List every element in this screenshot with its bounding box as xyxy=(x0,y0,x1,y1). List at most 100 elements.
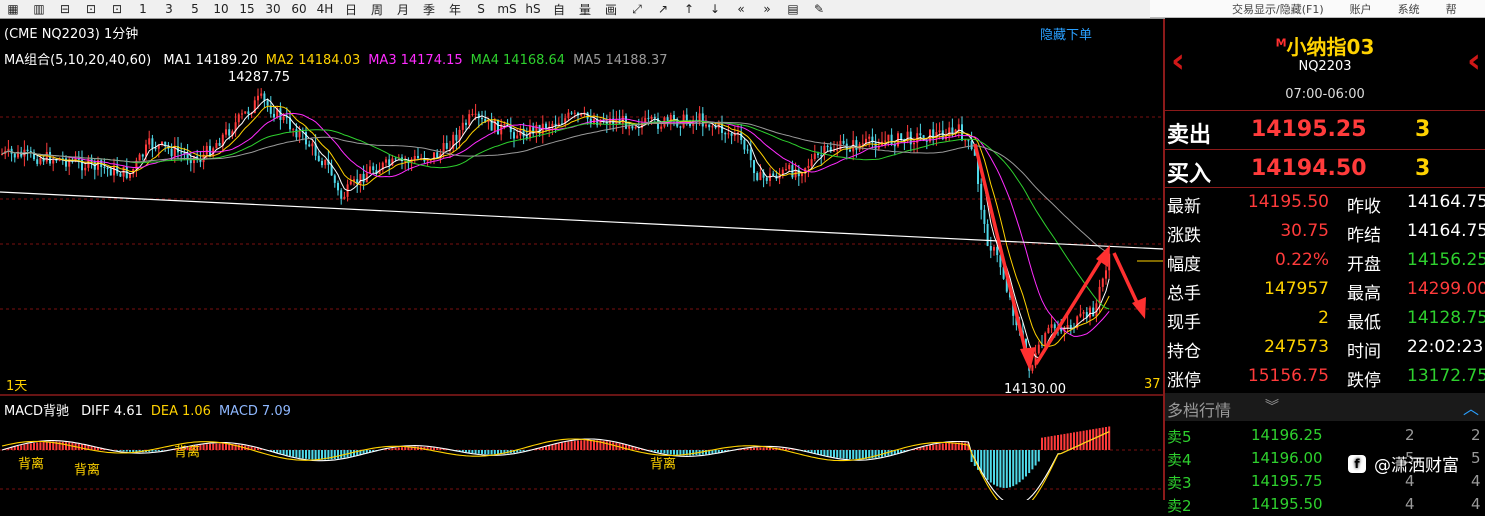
macd-bar xyxy=(295,450,297,457)
sell-quote-row[interactable]: 卖出 14195.25 3 xyxy=(1165,111,1485,149)
quote-stat-row: 涨停15156.75跌停13172.75 xyxy=(1165,363,1485,392)
macd-bar xyxy=(590,440,592,450)
multi-second-icon[interactable]: S xyxy=(468,0,494,18)
macd-bar xyxy=(478,450,480,454)
candle-body xyxy=(679,127,681,128)
candle-body xyxy=(1089,308,1091,318)
multi-hour-icon[interactable]: hS xyxy=(520,0,546,18)
quarter-icon[interactable]: 季 xyxy=(416,0,442,18)
candle-body xyxy=(462,123,464,130)
orderbook-qty2: 4 xyxy=(1471,472,1481,490)
macd-bar xyxy=(132,450,134,452)
candle-body xyxy=(27,150,29,151)
candle-body xyxy=(343,197,345,199)
stat-value: 14195.50 xyxy=(1248,192,1329,212)
candle-body xyxy=(724,133,726,134)
macd-bar xyxy=(923,447,925,450)
stat-value: 22:02:23 xyxy=(1407,337,1483,357)
month-icon[interactable]: 月 xyxy=(390,0,416,18)
orderbook-row[interactable]: 卖514196.2522 xyxy=(1165,424,1485,447)
candle-body xyxy=(427,160,429,161)
kline-chart[interactable]: (CME NQ2203) 1分钟 隐藏下单 MA组合(5,10,20,40,60… xyxy=(0,19,1163,500)
macd-bar xyxy=(657,450,659,452)
cursor-icon[interactable]: ↗ xyxy=(650,0,676,18)
up-icon[interactable]: ↑ xyxy=(676,0,702,18)
k-line-icon[interactable]: ⊟ xyxy=(52,0,78,18)
orderbook-label: 卖5 xyxy=(1167,426,1192,447)
candle-body xyxy=(836,150,838,151)
chevron-up-icon[interactable]: ︿ xyxy=(1463,395,1479,419)
volume-icon[interactable]: 量 xyxy=(572,0,598,18)
period-3m-icon[interactable]: 3 xyxy=(156,0,182,18)
candle-body xyxy=(766,178,768,181)
candle-body xyxy=(299,131,301,137)
line-icon[interactable]: ⊡ xyxy=(104,0,130,18)
macd-legend-item: DIFF4.61 xyxy=(81,404,143,419)
fast-back-icon[interactable]: « xyxy=(728,0,754,18)
year-icon[interactable]: 年 xyxy=(442,0,468,18)
double-chevron-down-icon[interactable]: ︾ xyxy=(1265,396,1279,416)
candle-body xyxy=(1038,345,1040,354)
candle-body xyxy=(868,137,870,139)
period-30m-icon[interactable]: 30 xyxy=(260,0,286,18)
period-10m-icon[interactable]: 10 xyxy=(208,0,234,18)
orderbook-price: 14196.25 xyxy=(1251,426,1323,444)
period-60m-icon[interactable]: 60 xyxy=(286,0,312,18)
down-icon[interactable]: ↓ xyxy=(702,0,728,18)
macd-bar xyxy=(68,442,70,450)
macd-bar xyxy=(30,443,32,450)
macd-bar xyxy=(279,450,281,454)
period-15m-icon[interactable]: 15 xyxy=(234,0,260,18)
candle-body xyxy=(827,146,829,147)
candle-body xyxy=(513,132,515,138)
buy-quote-row[interactable]: 买入 14194.50 3 xyxy=(1165,150,1485,188)
divergence-label: 背离 xyxy=(74,459,100,478)
buy-price: 14194.50 xyxy=(1251,156,1367,181)
period-5m-icon[interactable]: 5 xyxy=(182,0,208,18)
candle-body xyxy=(350,181,352,184)
day-icon[interactable]: 日 xyxy=(338,0,364,18)
menu-item[interactable]: 交易显示/隐藏(F1) xyxy=(1232,1,1324,17)
buy-label: 买入 xyxy=(1167,156,1211,188)
candle-body xyxy=(455,135,457,141)
macd-bar xyxy=(1009,450,1011,487)
week-icon[interactable]: 周 xyxy=(364,0,390,18)
stat-label: 最低 xyxy=(1347,308,1381,333)
draw-icon[interactable]: 画 xyxy=(598,0,624,18)
macd-bar xyxy=(1076,432,1078,450)
macd-bar xyxy=(14,447,16,450)
list-icon[interactable]: ▤ xyxy=(780,0,806,18)
macd-bar xyxy=(1079,431,1081,450)
hide-orders-button[interactable]: 隐藏下单 xyxy=(1040,24,1092,43)
grid-icon[interactable]: ▦ xyxy=(0,0,26,18)
candle-body xyxy=(225,129,227,134)
candle-body xyxy=(958,124,960,129)
menu-item[interactable]: 账户 xyxy=(1350,1,1372,17)
macd-bar xyxy=(471,450,473,453)
candle-body xyxy=(651,117,653,119)
period-1m-icon[interactable]: 1 xyxy=(130,0,156,18)
stat-label: 最高 xyxy=(1347,279,1381,304)
menu-item[interactable]: 帮 xyxy=(1446,1,1457,17)
multi-minute-icon[interactable]: mS xyxy=(494,0,520,18)
orderbook-header[interactable]: 多档行情 ︾ ︿ xyxy=(1165,393,1485,421)
sell-price: 14195.25 xyxy=(1251,117,1367,142)
split-icon[interactable]: ▥ xyxy=(26,0,52,18)
menu-item[interactable]: 系统 xyxy=(1398,1,1420,17)
orderbook-row[interactable]: 卖214195.5044 xyxy=(1165,493,1485,516)
macd-bar xyxy=(580,440,582,450)
zoom-out-icon[interactable]: ⤢ xyxy=(624,0,650,18)
macd-bar xyxy=(33,443,35,450)
macd-bar xyxy=(222,444,224,450)
bar-icon[interactable]: ⊡ xyxy=(78,0,104,18)
macd-bar xyxy=(763,447,765,450)
macd-bar xyxy=(39,442,41,450)
candle-body xyxy=(727,133,729,134)
period-4h-icon[interactable]: 4H xyxy=(312,0,338,18)
indicator-icon[interactable]: 自 xyxy=(546,0,572,18)
fast-forward-icon[interactable]: » xyxy=(754,0,780,18)
chart-canvas[interactable] xyxy=(0,19,1163,500)
stat-value: 30.75 xyxy=(1280,221,1329,241)
macd-bar xyxy=(321,450,323,460)
pen-icon[interactable]: ✎ xyxy=(806,0,832,18)
